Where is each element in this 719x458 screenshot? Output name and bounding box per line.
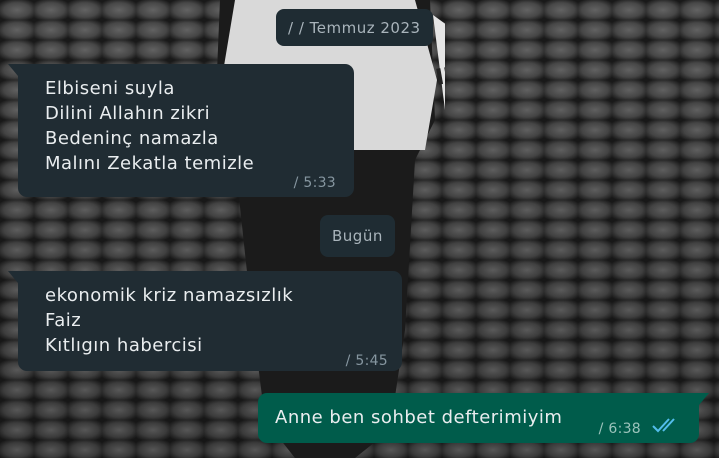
message-time: / 5:45 [345, 353, 388, 369]
double-check-icon [652, 418, 675, 433]
incoming-message[interactable]: Elbiseni suyla Dilini Allahın zikri Bede… [8, 64, 354, 197]
message-text: Anne ben sohbet defterimiyim [275, 405, 562, 430]
message-time: / 6:38 [598, 421, 641, 437]
message-line: Kıtlıgın habercisi [45, 335, 203, 356]
message-time: / 5:33 [293, 175, 336, 191]
date-separator-today: Bugün [320, 215, 395, 257]
date-label: / / Temmuz 2023 [288, 18, 421, 37]
message-line: ekonomik kriz namazsızlık [45, 285, 294, 306]
date-separator-first: / / Temmuz 2023 [276, 9, 433, 46]
message-line: Anne ben sohbet defterimiyim [275, 407, 563, 428]
date-label: Bugün [332, 227, 383, 245]
message-text: Elbiseni suyla Dilini Allahın zikri Bede… [45, 76, 254, 176]
message-line: Elbiseni suyla [45, 78, 175, 99]
outgoing-message[interactable]: Anne ben sohbet defterimiyim / 6:38 [258, 393, 709, 443]
message-text: ekonomik kriz namazsızlık Faiz Kıtlıgın … [45, 283, 293, 358]
message-line: Bedeninç namazla [45, 128, 219, 149]
incoming-message[interactable]: ekonomik kriz namazsızlık Faiz Kıtlıgın … [8, 271, 402, 371]
message-line: Dilini Allahın zikri [45, 103, 211, 124]
message-line: Faiz [45, 310, 82, 331]
message-line: Malını Zekatla temizle [45, 153, 255, 174]
chat-area[interactable]: / / Temmuz 2023 Elbiseni suyla Dilini Al… [0, 0, 719, 458]
